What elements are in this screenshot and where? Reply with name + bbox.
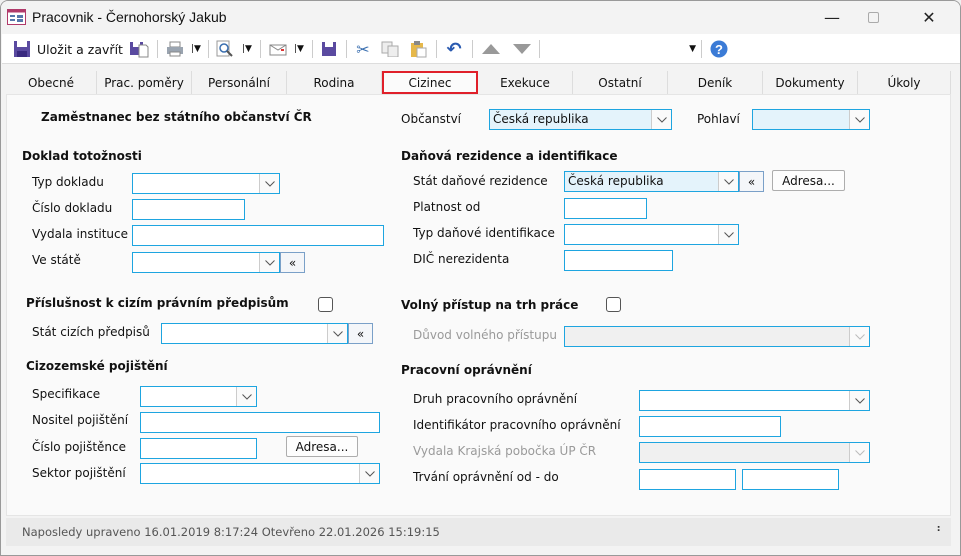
valid-from-label: Platnost od	[413, 200, 481, 214]
doc-issuer-input[interactable]	[132, 225, 384, 246]
doc-issuer-label: Vydala instituce	[32, 227, 128, 241]
permit-type-combo[interactable]	[639, 390, 870, 411]
chevron-down-icon	[723, 231, 734, 238]
dropdown-button[interactable]	[236, 387, 256, 406]
chevron-down-icon	[854, 333, 865, 340]
foreign-law-heading: Příslušnost k cizím právním předpisům	[26, 296, 289, 310]
chevron-down-icon	[264, 180, 275, 187]
foreign-law-country-label: Stát cizích předpisů	[32, 325, 150, 339]
gender-combo[interactable]	[752, 109, 870, 130]
insurance-address-button[interactable]: Adresa...	[286, 436, 358, 457]
permit-office-label: Vydala Krajská pobočka ÚP ČR	[413, 444, 597, 458]
chevron-down-icon	[364, 470, 375, 477]
dropdown-button[interactable]	[849, 110, 869, 129]
foreign-law-country-combo[interactable]	[161, 323, 348, 344]
insurance-number-label: Číslo pojištěnce	[32, 440, 127, 454]
dropdown-button[interactable]	[327, 324, 347, 343]
insurance-holder-label: Nositel pojištění	[32, 413, 129, 427]
permit-from-input[interactable]	[639, 469, 736, 490]
citizenship-combo[interactable]: Česká republika	[489, 109, 672, 130]
tax-country-combo[interactable]: Česká republika	[564, 171, 739, 192]
insurance-sector-label: Sektor pojištění	[32, 466, 126, 480]
dropdown-button[interactable]	[259, 174, 279, 193]
dropdown-button[interactable]	[718, 172, 738, 191]
labor-access-heading: Volný přístup na trh práce	[401, 298, 579, 312]
employee-window: Pracovnik - Černohorský Jakub — ✕ Uložit…	[0, 0, 961, 556]
cizinec-form: Zaměstnanec bez státního občanství ČR Do…	[1, 1, 960, 555]
permit-type-label: Druh pracovního oprávnění	[413, 392, 578, 406]
dropdown-button[interactable]	[718, 225, 738, 244]
insurance-heading: Cizozemské pojištění	[26, 359, 168, 373]
chevron-down-icon	[241, 393, 252, 400]
chevron-down-icon	[854, 397, 865, 404]
dropdown-button[interactable]	[849, 327, 869, 346]
chevron-down-icon	[656, 116, 667, 123]
tax-address-button[interactable]: Adresa...	[772, 170, 845, 191]
citizenship-label: Občanství	[401, 112, 462, 126]
chevron-down-icon	[264, 259, 275, 266]
doc-country-label: Ve státě	[32, 253, 81, 267]
resize-grip-icon[interactable]: ⠃	[936, 524, 944, 538]
insurance-number-input[interactable]	[140, 438, 257, 459]
insurance-spec-combo[interactable]	[140, 386, 257, 407]
chevron-down-icon	[723, 178, 734, 185]
status-bar: Naposledy upraveno 16.01.2019 8:17:24 Ot…	[6, 518, 951, 546]
permit-id-input[interactable]	[639, 416, 781, 437]
tax-country-pick-button[interactable]: «	[739, 171, 764, 192]
labor-access-checkbox[interactable]	[606, 297, 621, 312]
tax-country-label: Stát daňové rezidence	[413, 174, 548, 188]
dropdown-button[interactable]	[259, 253, 279, 272]
doc-number-input[interactable]	[132, 199, 245, 220]
permit-id-label: Identifikátor pracovního oprávnění	[413, 418, 621, 432]
tax-id-type-label: Typ daňové identifikace	[413, 226, 555, 240]
valid-from-input[interactable]	[564, 198, 647, 219]
insurance-holder-input[interactable]	[140, 412, 380, 433]
permit-office-combo[interactable]	[639, 442, 870, 463]
foreign-law-checkbox[interactable]	[318, 297, 333, 312]
dic-input[interactable]	[564, 250, 673, 271]
work-permit-heading: Pracovní oprávnění	[401, 363, 532, 377]
doc-type-label: Typ dokladu	[32, 175, 104, 189]
insurance-sector-combo[interactable]	[140, 463, 380, 484]
status-text: Naposledy upraveno 16.01.2019 8:17:24 Ot…	[22, 525, 440, 539]
labor-reason-combo[interactable]	[564, 326, 870, 347]
labor-reason-label: Důvod volného přístupu	[413, 328, 557, 342]
chevron-down-icon	[854, 449, 865, 456]
dropdown-button[interactable]	[651, 110, 671, 129]
stateless-label: Zaměstnanec bez státního občanství ČR	[41, 110, 312, 124]
insurance-spec-label: Specifikace	[32, 387, 101, 401]
doc-country-pick-button[interactable]: «	[280, 252, 305, 273]
id-doc-heading: Doklad totožnosti	[22, 149, 142, 163]
foreign-law-pick-button[interactable]: «	[348, 323, 373, 344]
gender-label: Pohlaví	[697, 112, 740, 126]
chevron-down-icon	[332, 330, 343, 337]
dic-label: DIČ nerezidenta	[413, 252, 510, 266]
doc-number-label: Číslo dokladu	[32, 201, 113, 215]
doc-type-combo[interactable]	[132, 173, 280, 194]
dropdown-button[interactable]	[849, 443, 869, 462]
tax-id-type-combo[interactable]	[564, 224, 739, 245]
permit-duration-label: Trvání oprávnění od - do	[413, 470, 559, 484]
tax-heading: Daňová rezidence a identifikace	[401, 149, 618, 163]
permit-to-input[interactable]	[742, 469, 839, 490]
doc-country-combo[interactable]	[132, 252, 280, 273]
chevron-down-icon	[854, 116, 865, 123]
dropdown-button[interactable]	[359, 464, 379, 483]
dropdown-button[interactable]	[849, 391, 869, 410]
